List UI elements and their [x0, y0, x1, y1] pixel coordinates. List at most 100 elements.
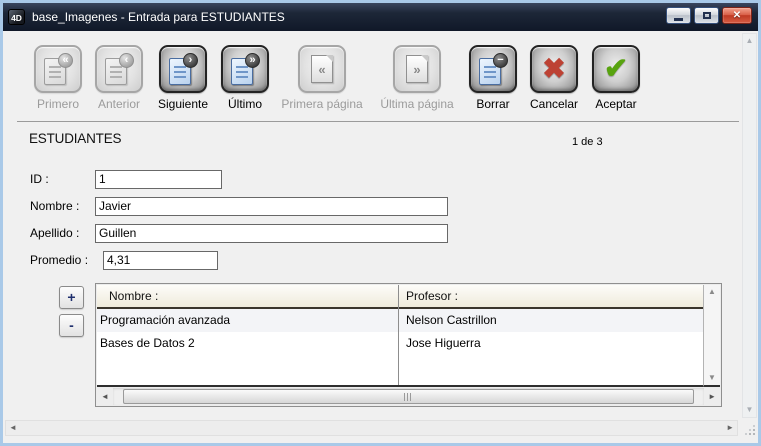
- ultima-pagina-button[interactable]: »: [393, 45, 441, 93]
- courses-header-row: Nombre : Profesor :: [97, 285, 703, 309]
- cancel-x-icon: ✖: [542, 55, 565, 83]
- add-row-button[interactable]: +: [59, 286, 84, 309]
- record-navigation-toolbar: « Primero ‹ Anterior ›: [3, 45, 641, 111]
- window-vertical-scrollbar[interactable]: ▲ ▼: [742, 33, 757, 418]
- table-row[interactable]: Bases de Datos 2 Jose Higuerra: [97, 332, 703, 355]
- record-pager: 1 de 3: [572, 136, 603, 148]
- scroll-up-icon[interactable]: ▲: [708, 287, 716, 297]
- scroll-right-icon[interactable]: ►: [726, 423, 734, 433]
- app-window: 4D base_Imagenes - Entrada para ESTUDIAN…: [0, 0, 761, 446]
- document-next-icon: ›: [167, 53, 199, 86]
- titlebar[interactable]: 4D base_Imagenes - Entrada para ESTUDIAN…: [3, 3, 758, 31]
- record-title: ESTUDIANTES: [29, 131, 121, 146]
- toolbar-label: Cancelar: [530, 97, 578, 111]
- promedio-label: Promedio :: [30, 253, 103, 267]
- thumb-grip-icon: [404, 393, 413, 401]
- document-first-icon: «: [42, 53, 74, 86]
- toolbar-label: Aceptar: [595, 97, 636, 111]
- anterior-button[interactable]: ‹: [95, 45, 143, 93]
- table-vertical-scrollbar[interactable]: ▲ ▼: [703, 285, 720, 387]
- form-row-id: ID :: [30, 169, 222, 189]
- id-field[interactable]: [95, 170, 222, 189]
- form-row-nombre: Nombre :: [30, 196, 448, 216]
- window-controls: ✕: [666, 7, 752, 24]
- toolbar-label: Último: [228, 97, 262, 111]
- toolbar-label: Última página: [380, 97, 453, 111]
- page-last-icon: »: [406, 55, 428, 83]
- table-horizontal-scrollbar[interactable]: ◄ ►: [97, 388, 720, 405]
- toolbar-label: Primero: [37, 97, 79, 111]
- courses-table: Nombre : Profesor : Programación avanzad…: [95, 283, 722, 407]
- first-arrow-badge: «: [58, 53, 73, 68]
- id-label: ID :: [30, 172, 95, 186]
- last-arrow-badge: »: [245, 53, 260, 68]
- close-button[interactable]: ✕: [722, 7, 752, 24]
- close-icon: ✕: [733, 11, 741, 21]
- toolbar-button-siguiente[interactable]: › Siguiente: [155, 45, 211, 111]
- apellido-label: Apellido :: [30, 226, 95, 240]
- scroll-left-icon[interactable]: ◄: [97, 392, 113, 402]
- resize-grip[interactable]: [743, 423, 755, 435]
- window-title: base_Imagenes - Entrada para ESTUDIANTES: [32, 10, 285, 24]
- accept-check-icon: ✔: [604, 55, 628, 84]
- toolbar-separator: [17, 121, 739, 122]
- borrar-button[interactable]: −: [469, 45, 517, 93]
- scrollbar-track[interactable]: [113, 388, 704, 405]
- scroll-down-icon[interactable]: ▼: [708, 373, 716, 383]
- minimize-button[interactable]: [666, 7, 691, 24]
- cell-profesor[interactable]: Nelson Castrillon: [398, 309, 703, 332]
- toolbar-label: Anterior: [98, 97, 140, 111]
- app-icon-4d: 4D: [8, 9, 25, 25]
- primero-button[interactable]: «: [34, 45, 82, 93]
- toolbar-button-primero[interactable]: « Primero: [33, 45, 83, 111]
- column-separator: [398, 285, 399, 385]
- toolbar-button-ultima-pagina[interactable]: » Última página: [375, 45, 459, 111]
- page-last-glyph: »: [413, 63, 420, 76]
- cell-profesor[interactable]: Jose Higuerra: [398, 332, 703, 355]
- minimize-icon: [674, 18, 683, 21]
- remove-row-button[interactable]: -: [59, 314, 84, 337]
- apellido-field[interactable]: [95, 224, 448, 243]
- nombre-label: Nombre :: [30, 199, 95, 213]
- client-area: « Primero ‹ Anterior ›: [3, 31, 758, 443]
- scroll-left-icon[interactable]: ◄: [9, 423, 17, 433]
- toolbar-button-borrar[interactable]: − Borrar: [469, 45, 517, 111]
- cancelar-button[interactable]: ✖: [530, 45, 578, 93]
- document-last-icon: »: [229, 53, 261, 86]
- nombre-field[interactable]: [95, 197, 448, 216]
- cell-nombre[interactable]: Programación avanzada: [97, 309, 398, 332]
- scroll-down-icon[interactable]: ▼: [746, 405, 754, 415]
- courses-table-content: Nombre : Profesor : Programación avanzad…: [97, 285, 720, 387]
- cell-nombre[interactable]: Bases de Datos 2: [97, 332, 398, 355]
- courses-grid: Nombre : Profesor : Programación avanzad…: [97, 285, 703, 387]
- window-horizontal-scrollbar[interactable]: ◄ ►: [5, 420, 738, 436]
- column-header-nombre[interactable]: Nombre :: [97, 285, 398, 307]
- siguiente-button[interactable]: ›: [159, 45, 207, 93]
- minus-badge: −: [493, 53, 508, 68]
- page-first-icon: «: [311, 55, 333, 83]
- previous-arrow-badge: ‹: [119, 53, 134, 68]
- scroll-up-icon[interactable]: ▲: [746, 36, 754, 46]
- form-row-promedio: Promedio :: [30, 250, 218, 270]
- maximize-icon: [703, 12, 711, 19]
- scroll-right-icon[interactable]: ►: [704, 392, 720, 402]
- column-header-profesor[interactable]: Profesor :: [398, 285, 703, 307]
- promedio-field[interactable]: [103, 251, 218, 270]
- toolbar-label: Primera página: [281, 97, 362, 111]
- toolbar-label: Siguiente: [158, 97, 208, 111]
- toolbar-button-cancelar[interactable]: ✖ Cancelar: [527, 45, 581, 111]
- toolbar-button-ultimo[interactable]: » Último: [221, 45, 269, 111]
- table-row[interactable]: Programación avanzada Nelson Castrillon: [97, 309, 703, 332]
- next-arrow-badge: ›: [183, 53, 198, 68]
- toolbar-button-primera-pagina[interactable]: « Primera página: [279, 45, 365, 111]
- aceptar-button[interactable]: ✔: [592, 45, 640, 93]
- toolbar-label: Borrar: [476, 97, 509, 111]
- page-first-glyph: «: [318, 63, 325, 76]
- ultimo-button[interactable]: »: [221, 45, 269, 93]
- toolbar-button-anterior[interactable]: ‹ Anterior: [93, 45, 145, 111]
- toolbar-button-aceptar[interactable]: ✔ Aceptar: [591, 45, 641, 111]
- scrollbar-thumb[interactable]: [123, 389, 694, 404]
- maximize-button[interactable]: [694, 7, 719, 24]
- document-previous-icon: ‹: [103, 53, 135, 86]
- primera-pagina-button[interactable]: «: [298, 45, 346, 93]
